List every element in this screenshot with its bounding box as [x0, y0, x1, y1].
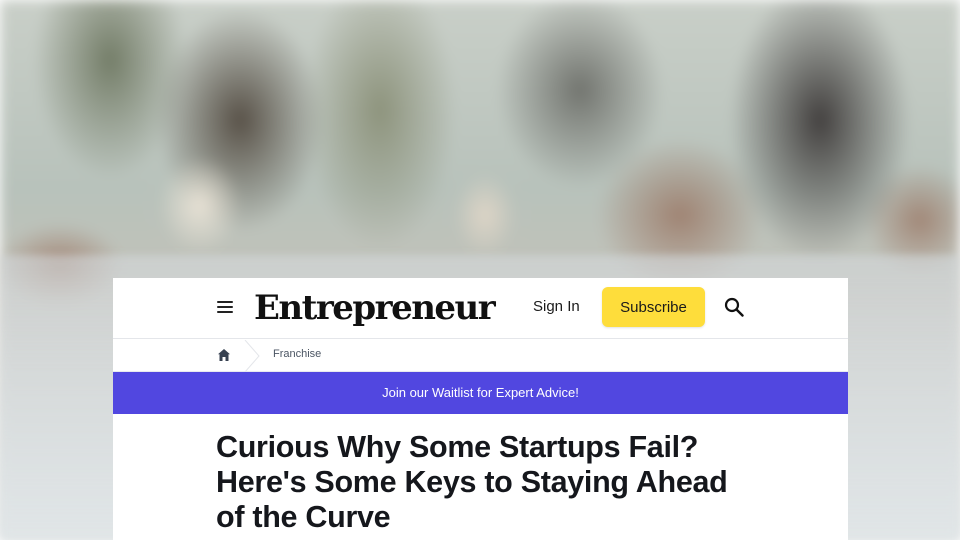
- site-header: Entrepreneur Sign In Subscribe: [113, 278, 848, 339]
- waitlist-banner[interactable]: Join our Waitlist for Expert Advice!: [113, 372, 848, 414]
- menu-icon[interactable]: [217, 301, 233, 315]
- breadcrumb-separator: [244, 340, 260, 372]
- article-card: Entrepreneur Sign In Subscribe Franchise…: [113, 278, 848, 540]
- search-icon[interactable]: [724, 297, 744, 317]
- sign-in-link[interactable]: Sign In: [533, 298, 580, 315]
- subscribe-button[interactable]: Subscribe: [602, 287, 705, 327]
- article-headline: Curious Why Some Startups Fail? Here's S…: [216, 430, 728, 534]
- site-logo[interactable]: Entrepreneur: [254, 286, 496, 330]
- home-icon[interactable]: [217, 348, 231, 362]
- breadcrumb-item-franchise[interactable]: Franchise: [273, 348, 321, 360]
- breadcrumb: Franchise: [113, 339, 848, 372]
